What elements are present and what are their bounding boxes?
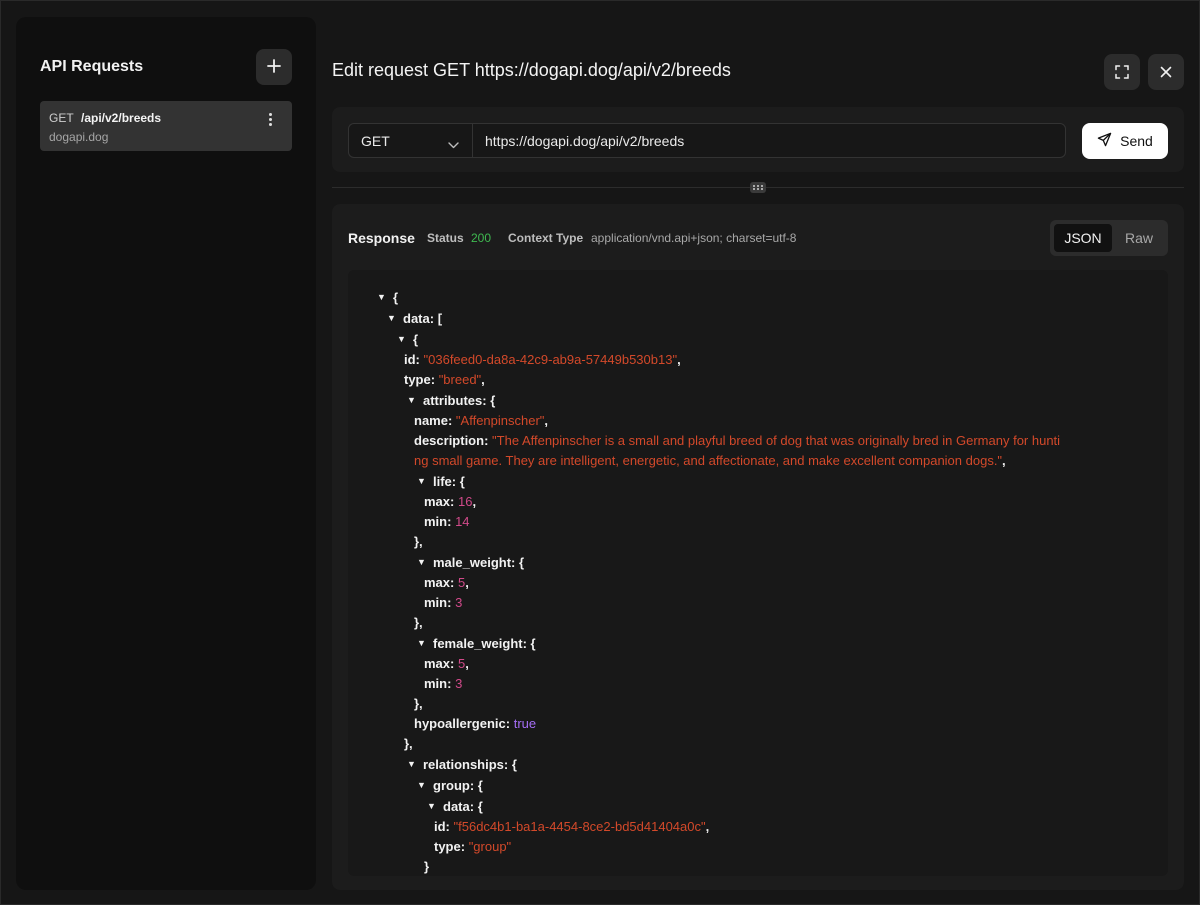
json-brace: { [393,290,399,305]
response-panel: Response Status 200 Context Type applica… [332,204,1184,890]
json-boolean: true [513,716,537,731]
json-key: id: [434,819,450,834]
close-button[interactable] [1148,54,1184,90]
json-key: id: [404,352,420,367]
page-title: Edit request GET https://dogapi.dog/api/… [332,60,731,80]
view-json-tab[interactable]: JSON [1054,224,1112,252]
send-label: Send [1120,133,1153,149]
method-value: GET [361,133,390,149]
json-string: "f56dc4b1-ba1a-4454-8ce2-bd5d41404a0c" [453,819,706,834]
json-key: min: [424,676,452,691]
json-string: "group" [468,839,512,854]
content-type-label: Context Type [508,231,584,245]
json-key: type: [404,372,436,387]
add-request-button[interactable] [256,49,292,85]
resize-handle[interactable] [750,182,766,193]
json-key: max: [424,656,455,671]
json-key: group: [433,778,475,793]
status-label: Status [427,231,464,245]
json-key: data: [443,799,475,814]
collapse-toggle[interactable]: ▼ [387,310,396,326]
json-key: life: [433,474,457,489]
json-number: 16 [457,494,473,509]
json-key: min: [424,514,452,529]
json-string: "036feed0-da8a-42c9-ab9a-57449b530b13" [423,352,678,367]
json-key: male_weight: [433,555,516,570]
collapse-toggle[interactable]: ▼ [417,635,426,651]
request-path: /api/v2/breeds [81,111,162,125]
request-list-item[interactable]: GET /api/v2/breeds dogapi.dog [40,101,292,151]
more-options-icon[interactable] [262,111,278,127]
response-label: Response [348,230,415,246]
json-key: name: [414,413,453,428]
json-key: type: [434,839,466,854]
json-key: description: [414,433,489,448]
url-input[interactable] [472,123,1066,158]
json-number: 14 [455,514,470,529]
json-string: "The Affenpinscher is a small and playfu… [492,433,1061,448]
json-string: "breed" [438,372,482,387]
collapse-toggle[interactable]: ▼ [377,289,386,305]
collapse-toggle[interactable]: ▼ [407,392,416,408]
json-viewer: ▼ { ▼ data: [ ▼ { id: "036feed0-da8a-42c… [348,270,1168,876]
json-key: min: [424,595,452,610]
view-toggle: JSON Raw [1050,220,1168,256]
json-key: female_weight: [433,636,527,651]
request-method: GET [49,111,74,125]
sidebar: API Requests GET /api/v2/breeds dogapi.d… [16,17,316,890]
content-type-value: application/vnd.api+json; charset=utf-8 [591,231,797,245]
json-key: hypoallergenic: [414,716,511,731]
view-raw-tab[interactable]: Raw [1114,224,1164,252]
json-brace: { [413,332,419,347]
json-number: 3 [455,595,463,610]
status-badge: 200 [471,231,492,245]
send-button[interactable]: Send [1082,123,1168,159]
json-key: data: [403,311,435,326]
json-key: attributes: [423,393,487,408]
json-key: max: [424,494,455,509]
collapse-toggle[interactable]: ▼ [417,554,426,570]
close-icon [1160,66,1172,78]
send-icon [1097,132,1112,150]
collapse-toggle[interactable]: ▼ [417,473,426,489]
json-key: relationships: [423,757,509,772]
fullscreen-icon [1115,65,1129,79]
json-key: max: [424,575,455,590]
collapse-toggle[interactable]: ▼ [397,331,406,347]
collapse-toggle[interactable]: ▼ [407,756,416,772]
collapse-toggle[interactable]: ▼ [427,798,436,814]
request-host: dogapi.dog [49,130,109,144]
chevron-down-icon [448,136,459,154]
json-bracket: [ [437,311,443,326]
request-panel: GET Send [332,107,1184,172]
plus-icon [267,56,281,79]
sidebar-title: API Requests [40,58,144,75]
collapse-toggle[interactable]: ▼ [417,777,426,793]
json-string: ng small game. They are intelligent, ene… [414,453,1003,468]
fullscreen-button[interactable] [1104,54,1140,90]
method-select[interactable]: GET [348,123,473,158]
json-string: "Affenpinscher" [455,413,545,428]
json-number: 3 [455,676,463,691]
